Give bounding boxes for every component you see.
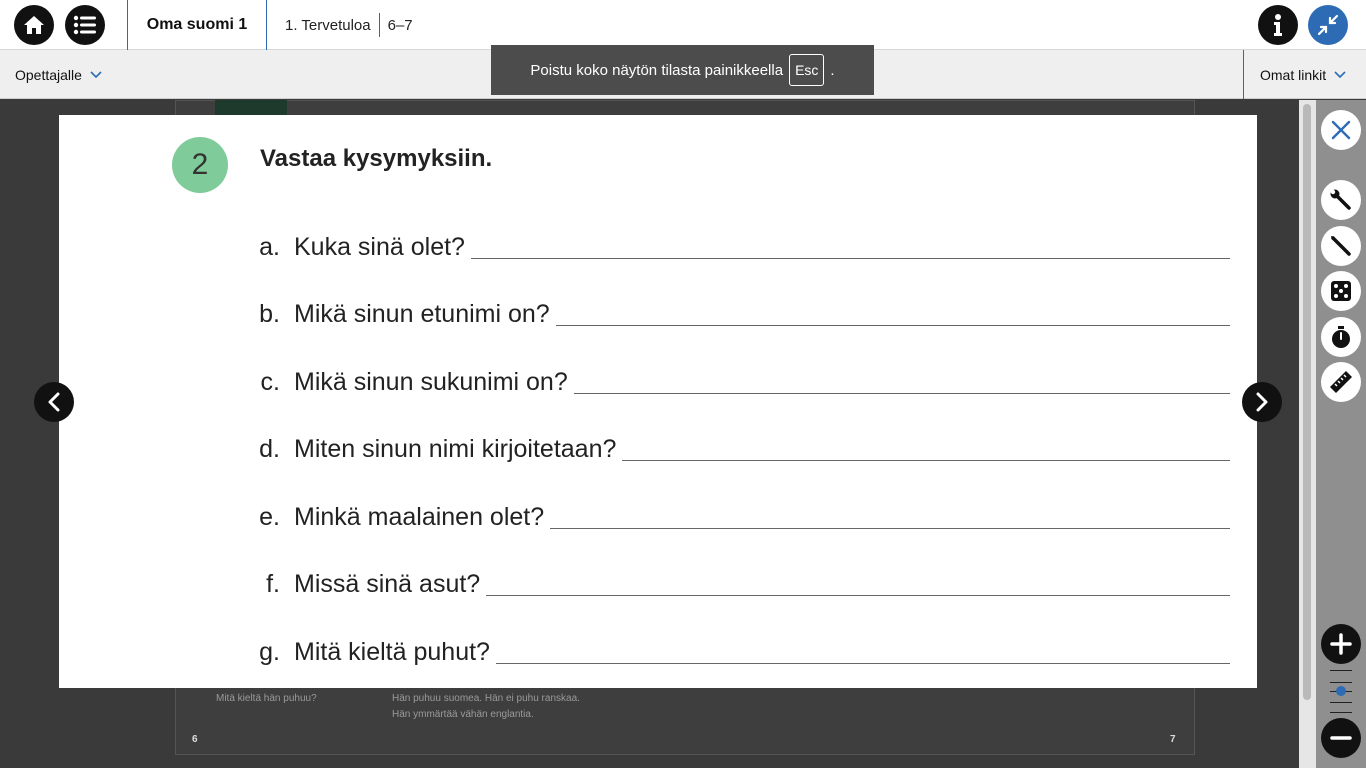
answer-line [550,528,1230,529]
answer-line [495,663,1230,664]
background-page-number-right: 7 [1170,734,1176,745]
question-text: Missä sinä asut? [294,570,481,598]
pen-tool-button[interactable] [1321,226,1361,266]
book-title-tab[interactable]: Oma suomi 1 [127,0,267,50]
zoom-tick [1330,712,1352,713]
home-icon [24,16,44,34]
question-row: c. Mikä sinun sukunimi on? [254,357,1230,397]
stopwatch-icon [1332,326,1350,348]
zoom-out-button[interactable] [1321,718,1361,758]
exercise-page: 2 Vastaa kysymyksiin. a. Kuka sinä olet?… [59,115,1257,688]
vertical-scrollbar[interactable] [1299,100,1316,768]
question-letter: e. [259,503,280,531]
chapter-breadcrumb[interactable]: 1. Tervetuloa 6–7 [285,0,413,50]
zoom-slider-handle[interactable] [1336,686,1346,696]
question-text: Minkä maalainen olet? [294,503,545,531]
answer-line [573,393,1230,394]
list-icon [73,15,96,35]
question-text: Mikä sinun sukunimi on? [294,368,568,396]
chapter-separator [378,13,380,37]
page-range: 6–7 [387,16,413,34]
settings-tool-button[interactable] [1321,180,1361,220]
background-text-answer-2: Hän ymmärtää vähän englantia. [392,709,534,720]
task-number-badge: 2 [172,137,228,193]
question-row: d. Miten sinun nimi kirjoitetaan? [254,424,1230,464]
esc-key-badge: Esc [789,54,825,86]
answer-line [486,595,1230,596]
top-bar: Oma suomi 1 1. Tervetuloa 6–7 [0,0,1366,50]
plus-icon [1330,633,1352,655]
question-text: Mikä sinun etunimi on? [294,300,550,328]
next-page-button[interactable] [1242,382,1282,422]
question-letter: f. [266,570,280,598]
question-row: f. Missä sinä asut? [254,559,1230,599]
background-text-answer-1: Hän puhuu suomea. Hän ei puhu ranskaa. [392,693,580,704]
teacher-dropdown-label: Opettajalle [15,66,82,83]
previous-page-button[interactable] [34,382,74,422]
question-row: b. Mikä sinun etunimi on? [254,289,1230,329]
exit-fullscreen-button[interactable] [1308,5,1348,45]
info-button[interactable] [1258,5,1298,45]
close-icon [1331,120,1351,140]
info-icon [1274,14,1282,36]
compress-icon [1317,14,1339,36]
background-page-number-left: 6 [192,734,198,745]
scrollbar-thumb[interactable] [1303,104,1311,700]
dice-tool-button[interactable] [1321,271,1361,311]
question-row: e. Minkä maalainen olet? [254,492,1230,532]
toast-text: Poistu koko näytön tilasta painikkeella [530,61,784,79]
dice-icon [1331,281,1351,301]
zoom-tick [1330,670,1352,671]
ruler-tool-button[interactable] [1321,362,1361,402]
background-page-header-strip [215,100,287,116]
question-letter: g. [259,638,280,666]
fullscreen-toast: Poistu koko näytön tilasta painikkeella … [491,45,874,95]
chapter-title: 1. Tervetuloa [285,16,371,34]
question-letter: c. [260,368,280,396]
question-letter: d. [259,435,280,463]
toast-period: . [830,61,835,79]
zoom-tick [1330,702,1352,703]
chevron-right-icon [1256,392,1268,412]
chevron-left-icon [48,392,60,412]
question-letter: a. [259,233,280,261]
question-text: Mitä kieltä puhut? [294,638,490,666]
pen-icon [1331,236,1351,256]
answer-line [555,325,1230,326]
teacher-dropdown[interactable]: Opettajalle [15,50,102,99]
zoom-tick [1330,682,1352,683]
close-tools-button[interactable] [1321,110,1361,150]
question-letter: b. [259,300,280,328]
wrench-icon [1330,189,1351,210]
question-row: a. Kuka sinä olet? [254,222,1230,262]
minus-icon [1330,736,1352,740]
contents-menu-button[interactable] [65,5,105,45]
my-links-label: Omat linkit [1260,66,1327,83]
answer-line [622,460,1230,461]
question-text: Miten sinun nimi kirjoitetaan? [294,435,617,463]
zoom-in-button[interactable] [1321,624,1361,664]
background-text-question: Mitä kieltä hän puhuu? [216,693,317,704]
chevron-down-icon [1334,70,1346,79]
ruler-icon [1330,371,1352,393]
my-links-dropdown[interactable]: Omat linkit [1243,50,1366,99]
question-text: Kuka sinä olet? [294,233,465,261]
home-button[interactable] [14,5,54,45]
task-title: Vastaa kysymyksiin. [260,145,493,172]
question-row: g. Mitä kieltä puhut? [254,627,1230,667]
answer-line [470,258,1230,259]
chevron-down-icon [90,70,102,79]
timer-tool-button[interactable] [1321,317,1361,357]
